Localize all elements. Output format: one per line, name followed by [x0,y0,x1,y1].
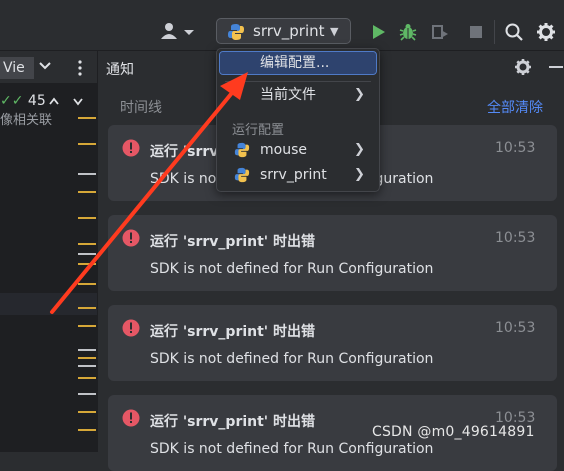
left-panel-header: Vie [0,51,97,84]
watermark-text: CSDN @m0_49614891 [372,424,535,440]
gutter-mark[interactable] [78,191,96,193]
gutter-mark[interactable] [78,429,96,431]
gear-icon[interactable] [513,57,533,77]
chevron-down-icon: ▼ [330,25,339,38]
chevron-right-icon: ❯ [354,87,365,102]
gutter-mark[interactable] [78,393,96,395]
gutter-mark[interactable] [78,253,96,255]
search-icon[interactable] [504,22,524,42]
notification-time: 10:53 [495,140,536,156]
error-icon [122,319,140,337]
error-icon [122,409,140,427]
gutter-mark[interactable] [78,283,96,285]
gutter-mark[interactable] [78,325,96,327]
run-config-selector[interactable]: srrv_print ▼ [216,18,351,44]
user-menu-button[interactable] [160,22,196,42]
notification-body: SDK is not defined for Run Configuration [150,441,434,457]
notification-time: 10:53 [495,230,536,246]
gutter-mark[interactable] [78,263,96,265]
gutter-mark[interactable] [78,377,96,379]
run-icon[interactable] [368,22,388,42]
notification-title: 运行 'srrv_print' 时出错 [150,234,315,250]
gutter-mark[interactable] [78,143,96,145]
inspection-count[interactable]: ✓✓ 45 [0,93,46,109]
gutter-mark[interactable] [78,117,96,119]
error-icon [122,229,140,247]
more-options-icon[interactable] [76,59,84,77]
chevron-down-icon[interactable] [72,95,84,107]
menu-item-current-file[interactable]: 当前文件 ❯ [220,84,376,106]
notification-time: 10:53 [495,320,536,336]
stop-icon[interactable] [466,22,486,42]
code-line-text: 像相关联 [0,113,53,128]
clear-all-link[interactable]: 全部清除 [487,97,543,117]
error-stripe-gutter [78,113,96,453]
gutter-mark[interactable] [78,307,96,309]
notification-body: SDK is not defined for Run Configuration [150,261,434,277]
notification-card[interactable]: 运行 'srrv_print' 时出错 10:53 SDK is not def… [108,215,557,291]
gutter-mark[interactable] [78,365,96,367]
view-selector[interactable]: Vie [0,57,34,79]
panel-title: 通知 [106,62,134,78]
gutter-mark[interactable] [78,349,96,351]
chevron-right-icon: ❯ [354,167,365,182]
menu-separator [225,81,371,82]
notification-card[interactable]: 运行 'srrv_print' 时出错 10:53 SDK is not def… [108,305,557,381]
debug-icon[interactable] [398,22,418,42]
menu-item-config-srrv-print[interactable]: srrv_print ❯ [220,164,376,186]
chevron-right-icon: ❯ [354,142,365,157]
main-toolbar: srrv_print ▼ [0,0,564,51]
timeline-label: 时间线 [120,100,162,116]
run-config-name: srrv_print [253,22,325,40]
user-icon [161,23,194,39]
left-tool-window: Vie ✓✓ 45 像相关联 [0,51,97,452]
python-icon [234,167,250,183]
error-icon [122,139,140,157]
minimize-icon[interactable] [547,57,564,77]
chevron-down-icon[interactable] [38,61,52,71]
gutter-mark[interactable] [78,357,96,359]
python-icon [234,142,250,158]
gear-icon[interactable] [536,22,556,42]
gutter-mark[interactable] [78,243,96,245]
menu-item-edit-configurations[interactable]: 编辑配置... [219,51,377,75]
notification-body: SDK is not defined for Run Configuration [150,351,434,367]
notification-title: 运行 'srrv_print' 时出错 [150,324,315,340]
coverage-icon[interactable] [430,22,450,42]
gutter-mark[interactable] [78,173,96,175]
checkmark-icon: ✓✓ [0,93,24,109]
gutter-mark[interactable] [78,411,96,413]
run-config-dropdown: 编辑配置... 当前文件 ❯ 运行配置 mouse ❯ srrv_print ❯ [216,48,380,192]
chevron-up-icon[interactable] [48,95,60,107]
python-icon [228,24,244,40]
menu-item-config-mouse[interactable]: mouse ❯ [220,139,376,161]
menu-section-label: 运行配置 [232,123,285,138]
notification-title: 运行 'srrv_print' 时出错 [150,414,315,430]
gutter-mark[interactable] [78,217,96,219]
toolbar-separator [494,20,495,44]
